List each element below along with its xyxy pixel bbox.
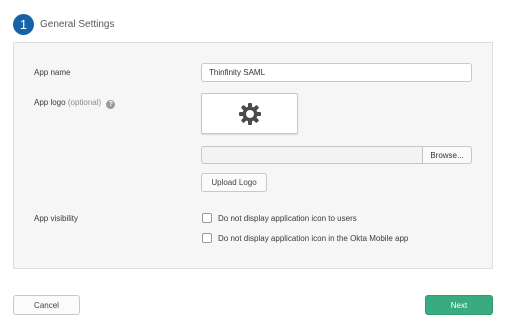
logo-preview xyxy=(201,93,298,134)
step-number-badge: 1 xyxy=(13,13,34,35)
visibility-option-mobile[interactable]: Do not display application icon in the O… xyxy=(202,233,408,243)
app-name-value: Thinfinity SAML xyxy=(209,68,266,77)
optional-hint: (optional) xyxy=(67,98,102,107)
step-header: 1 General Settings xyxy=(13,13,115,35)
app-visibility-label: App visibility xyxy=(34,214,79,223)
hide-from-mobile-checkbox[interactable] xyxy=(202,233,212,243)
app-name-label: App name xyxy=(34,68,71,77)
gear-icon xyxy=(238,102,261,125)
hide-from-users-label[interactable]: Do not display application icon to users xyxy=(218,214,357,223)
hide-from-mobile-label[interactable]: Do not display application icon in the O… xyxy=(218,234,408,243)
logo-file-field[interactable] xyxy=(201,146,422,164)
settings-panel: App name Thinfinity SAML App logo (optio… xyxy=(13,42,493,269)
upload-logo-button[interactable]: Upload Logo xyxy=(201,173,267,192)
browse-button[interactable]: Browse... xyxy=(422,146,472,164)
visibility-option-users[interactable]: Do not display application icon to users xyxy=(202,213,357,223)
app-logo-label-text: App logo xyxy=(34,98,66,107)
cancel-button[interactable]: Cancel xyxy=(13,295,80,315)
hide-from-users-checkbox[interactable] xyxy=(202,213,212,223)
step-title: General Settings xyxy=(40,18,115,30)
app-name-input[interactable]: Thinfinity SAML xyxy=(201,63,472,82)
app-logo-label: App logo (optional) ? xyxy=(34,98,116,109)
next-button[interactable]: Next xyxy=(425,295,493,315)
question-icon[interactable]: ? xyxy=(106,100,116,109)
